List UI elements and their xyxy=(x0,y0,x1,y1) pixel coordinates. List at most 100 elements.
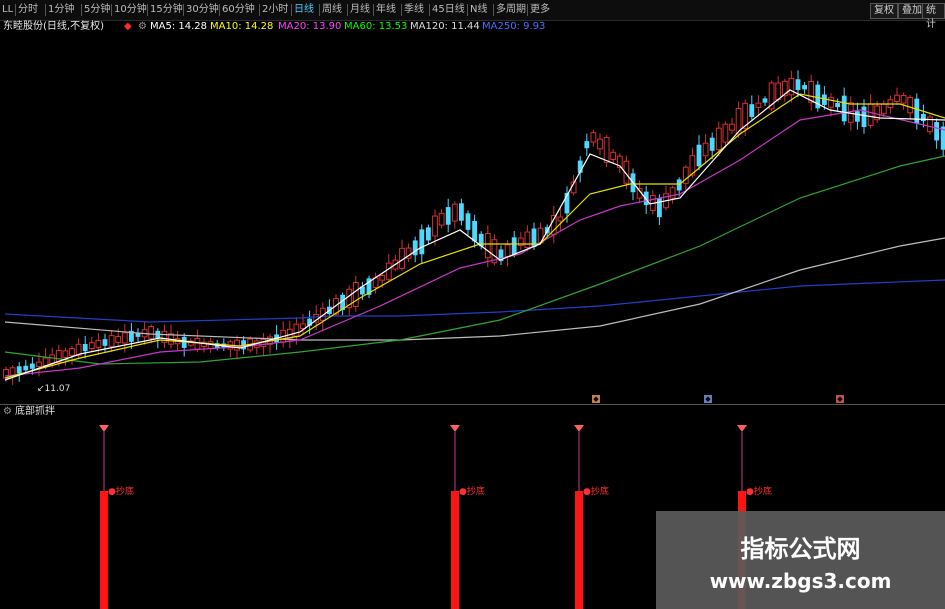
candle-body xyxy=(828,97,834,108)
candle-body xyxy=(465,213,471,230)
tab-period[interactable]: 周线 xyxy=(322,2,342,18)
bottom-signal[interactable]: ●抄底 xyxy=(99,425,134,609)
tab-period[interactable]: 10分钟 xyxy=(114,2,147,18)
axis-low-label: ↙11.07 xyxy=(37,384,70,394)
tab-separator xyxy=(347,4,348,16)
candle-body xyxy=(36,361,42,367)
tab-period[interactable]: LL xyxy=(2,2,13,18)
ma120-readout: MA120: 11.44 xyxy=(410,21,480,32)
signal-bar xyxy=(451,491,459,609)
panel-divider[interactable] xyxy=(0,404,945,405)
settings-icon[interactable]: ⚙ xyxy=(3,405,12,419)
candle-body xyxy=(841,95,847,122)
tab-separator xyxy=(111,4,112,16)
candle-body xyxy=(82,343,88,352)
watermark: 指标公式网 www.zbgs3.com xyxy=(656,511,945,609)
tab-period[interactable]: 更多 xyxy=(530,2,550,18)
candle-body xyxy=(194,337,201,350)
candle-body xyxy=(472,220,477,242)
tab-period[interactable]: 30分钟 xyxy=(186,2,219,18)
tab-separator xyxy=(219,4,220,16)
candle-body xyxy=(148,326,155,339)
tab-period[interactable]: 多周期 xyxy=(496,2,526,18)
ma20-readout: MA20: 13.90 xyxy=(278,21,342,32)
candle-body xyxy=(788,77,795,96)
candle-body xyxy=(861,106,867,128)
candle-body xyxy=(676,179,682,191)
candle-body xyxy=(696,144,702,167)
tab-period[interactable]: 15分钟 xyxy=(150,2,183,18)
candlestick-chart[interactable]: ↙11.07 xyxy=(0,34,945,404)
candle-body xyxy=(715,127,722,151)
signal-label: ●抄底 xyxy=(108,485,134,497)
tab-period[interactable]: 60分钟 xyxy=(222,2,255,18)
tab-period[interactable]: 季线 xyxy=(404,2,424,18)
up-arrow-icon: ◆ xyxy=(124,21,132,32)
tab-period[interactable]: 1分钟 xyxy=(48,2,74,18)
candle-body xyxy=(702,142,709,157)
tab-period[interactable]: 45日线 xyxy=(432,2,465,18)
tab-period[interactable]: N线 xyxy=(470,2,487,18)
tab-separator xyxy=(373,4,374,16)
toolbar-button[interactable]: 统计 xyxy=(922,3,945,30)
candle-body xyxy=(907,97,914,114)
candle-body xyxy=(835,103,840,108)
toolbar-button[interactable]: 复权 xyxy=(870,3,898,19)
tab-period[interactable]: 年线 xyxy=(376,2,396,18)
period-toolbar: LL 分时 1分钟 5分钟 10分钟 15分钟 30分钟 60分钟 2小时 日线 周线 月线 年线 季线 4… xyxy=(0,0,945,30)
candle-body xyxy=(584,141,590,149)
signal-diamond-icon xyxy=(737,425,747,432)
tab-period[interactable]: 分时 xyxy=(18,2,38,18)
candle-body xyxy=(42,357,49,367)
candle-body xyxy=(657,197,662,218)
tab-separator xyxy=(183,4,184,16)
tab-separator xyxy=(259,4,260,16)
candle-body xyxy=(23,365,29,371)
tab-period[interactable]: 5分钟 xyxy=(84,2,110,18)
candle-body xyxy=(921,113,926,122)
tab-separator xyxy=(147,4,148,16)
candle-body xyxy=(808,80,815,103)
tab-period[interactable]: 日线 xyxy=(294,2,314,18)
event-marker-icon[interactable]: ◆ xyxy=(592,395,600,403)
tab-separator xyxy=(493,4,494,16)
candle-body xyxy=(590,132,597,143)
candle-body xyxy=(30,363,35,369)
candle-body xyxy=(504,244,511,258)
candle-body xyxy=(855,111,860,122)
signal-bar xyxy=(100,491,108,609)
ma60-readout: MA60: 13.53 xyxy=(344,21,408,32)
tab-period[interactable]: 2小时 xyxy=(262,2,288,18)
signal-label: ●抄底 xyxy=(583,485,609,497)
tab-separator xyxy=(527,4,528,16)
ma250-line xyxy=(4,279,945,323)
candle-body xyxy=(867,103,874,126)
settings-icon[interactable]: ⚙ xyxy=(138,20,147,34)
candle-body xyxy=(69,348,75,356)
ma5-readout: MA5: 14.28 xyxy=(150,21,208,32)
candle-body xyxy=(451,203,458,222)
candle-body xyxy=(709,137,715,151)
candle-body xyxy=(115,335,122,343)
tab-separator xyxy=(401,4,402,16)
candle-body xyxy=(775,82,782,100)
candle-body xyxy=(62,350,69,359)
candle-body xyxy=(108,335,115,347)
event-marker-icon[interactable]: ◆ xyxy=(836,395,844,403)
tab-separator xyxy=(81,4,82,16)
candle-body xyxy=(762,98,768,103)
signal-label: ●抄底 xyxy=(459,485,485,497)
candle-body xyxy=(749,104,755,117)
bottom-signal[interactable]: ●抄底 xyxy=(450,425,485,609)
candle-body xyxy=(934,122,939,141)
tab-period[interactable]: 月线 xyxy=(350,2,370,18)
stock-title: 东睦股份(日线,不复权) xyxy=(3,21,104,32)
candle-body xyxy=(121,332,128,344)
watermark-url: www.zbgs3.com xyxy=(709,569,892,593)
candle-body xyxy=(603,137,610,163)
bottom-signal[interactable]: ●抄底 xyxy=(574,425,609,609)
candle-body xyxy=(459,203,464,221)
candle-body xyxy=(385,262,392,280)
event-marker-icon[interactable]: ◆ xyxy=(704,395,712,403)
candle-body xyxy=(669,187,676,199)
